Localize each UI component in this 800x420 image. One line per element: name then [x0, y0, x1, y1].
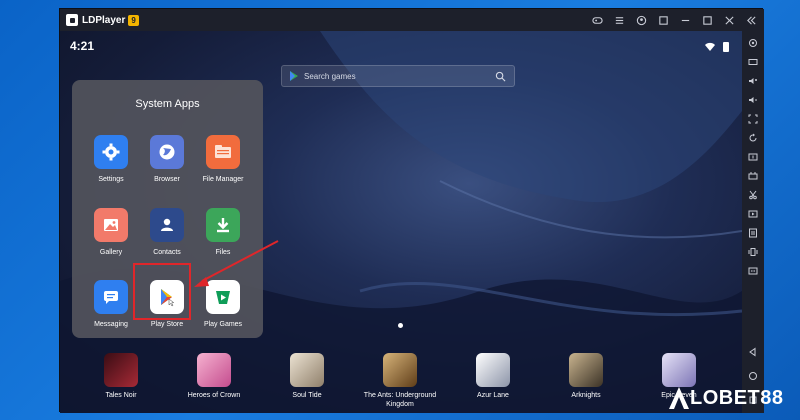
title-bar: LDPlayer 9: [60, 9, 764, 31]
search-placeholder: Search games: [304, 71, 356, 81]
search-bar[interactable]: Search games: [281, 65, 515, 87]
message-icon: [94, 280, 128, 314]
app-play-games[interactable]: Play Games: [190, 280, 256, 328]
android-home-screen: 4:21 Search games System Apps Settings B…: [60, 31, 742, 413]
soul-tide-icon: [290, 353, 324, 387]
wifi-icon: [705, 42, 715, 51]
game-label: Soul Tide: [292, 392, 322, 399]
game-label: The Ants: Underground Kingdom: [363, 392, 437, 408]
shake-icon[interactable]: [746, 245, 760, 259]
gear-icon: [94, 135, 128, 169]
games-dock: Tales Noir Heroes of Crown Soul Tide The…: [60, 349, 742, 413]
home-icon[interactable]: [746, 369, 760, 383]
game-heroes-of-crown[interactable]: Heroes of Crown: [174, 353, 254, 400]
keyboard-icon[interactable]: [746, 55, 760, 69]
game-azur-lane[interactable]: Azur Lane: [453, 353, 533, 400]
status-icons: [704, 41, 732, 53]
minimize-icon[interactable]: [678, 13, 692, 27]
play-store-small-icon: [290, 71, 298, 81]
game-label: Azur Lane: [477, 392, 509, 399]
gamepad-icon[interactable]: [590, 13, 604, 27]
game-tales-noir[interactable]: Tales Noir: [81, 353, 161, 400]
game-arknights[interactable]: Arknights: [546, 353, 626, 400]
app-file-manager[interactable]: File Manager: [190, 135, 256, 183]
ldplayer-logo-icon: [66, 14, 78, 26]
folder-icon: [206, 135, 240, 169]
app-label: Files: [215, 249, 231, 256]
menu-icon[interactable]: [612, 13, 626, 27]
download-icon: [206, 208, 240, 242]
azur-lane-icon: [476, 353, 510, 387]
watermark-a-icon: [669, 387, 689, 409]
cut-icon[interactable]: [746, 188, 760, 202]
settings-icon[interactable]: [746, 36, 760, 50]
volume-up-icon[interactable]: [746, 74, 760, 88]
status-bar: 4:21: [70, 39, 732, 55]
account-icon[interactable]: [634, 13, 648, 27]
app-label: Play Games: [203, 321, 243, 328]
emulator-toolbar: [742, 31, 764, 413]
arknights-icon: [569, 353, 603, 387]
game-the-ants[interactable]: The Ants: Underground Kingdom: [360, 353, 440, 409]
play-games-icon: [206, 280, 240, 314]
game-soul-tide[interactable]: Soul Tide: [267, 353, 347, 400]
notes-icon[interactable]: [746, 226, 760, 240]
rotate-icon[interactable]: [746, 131, 760, 145]
folder-title: System Apps: [135, 98, 200, 110]
emulator-window: LDPlayer 9 4:21 Search games System Apps…: [59, 8, 764, 413]
person-icon: [150, 208, 184, 242]
macro-icon[interactable]: [746, 169, 760, 183]
battery-icon: [723, 42, 729, 52]
title-controls: [590, 9, 758, 31]
game-label: Tales Noir: [105, 392, 137, 399]
app-files[interactable]: Files: [190, 208, 256, 256]
volume-down-icon[interactable]: [746, 93, 760, 107]
clock: 4:21: [70, 39, 95, 53]
globe-icon: [150, 135, 184, 169]
search-icon[interactable]: [495, 71, 506, 82]
app-label: File Manager: [202, 176, 244, 183]
more-icon[interactable]: [746, 264, 760, 278]
image-icon: [94, 208, 128, 242]
page-indicator-dot: [398, 323, 403, 328]
highlight-box: [133, 263, 191, 320]
screenshot-icon[interactable]: [746, 112, 760, 126]
epic-seven-icon: [662, 353, 696, 387]
version-badge: 9: [128, 14, 139, 26]
heroes-of-crown-icon: [197, 353, 231, 387]
game-label: Heroes of Crown: [187, 392, 241, 399]
close-icon[interactable]: [722, 13, 736, 27]
watermark-logo: LOBET88: [668, 383, 794, 413]
fullscreen-icon[interactable]: [656, 13, 670, 27]
record-icon[interactable]: [746, 207, 760, 221]
watermark-text: LOBET88: [690, 386, 784, 409]
back-icon[interactable]: [746, 345, 760, 359]
maximize-icon[interactable]: [700, 13, 714, 27]
collapse-sidebar-icon[interactable]: [744, 13, 758, 27]
game-label: Arknights: [571, 392, 601, 399]
tales-noir-icon: [104, 353, 138, 387]
app-name: LDPlayer: [82, 14, 126, 26]
ants-icon: [383, 353, 417, 387]
install-apk-icon[interactable]: [746, 150, 760, 164]
